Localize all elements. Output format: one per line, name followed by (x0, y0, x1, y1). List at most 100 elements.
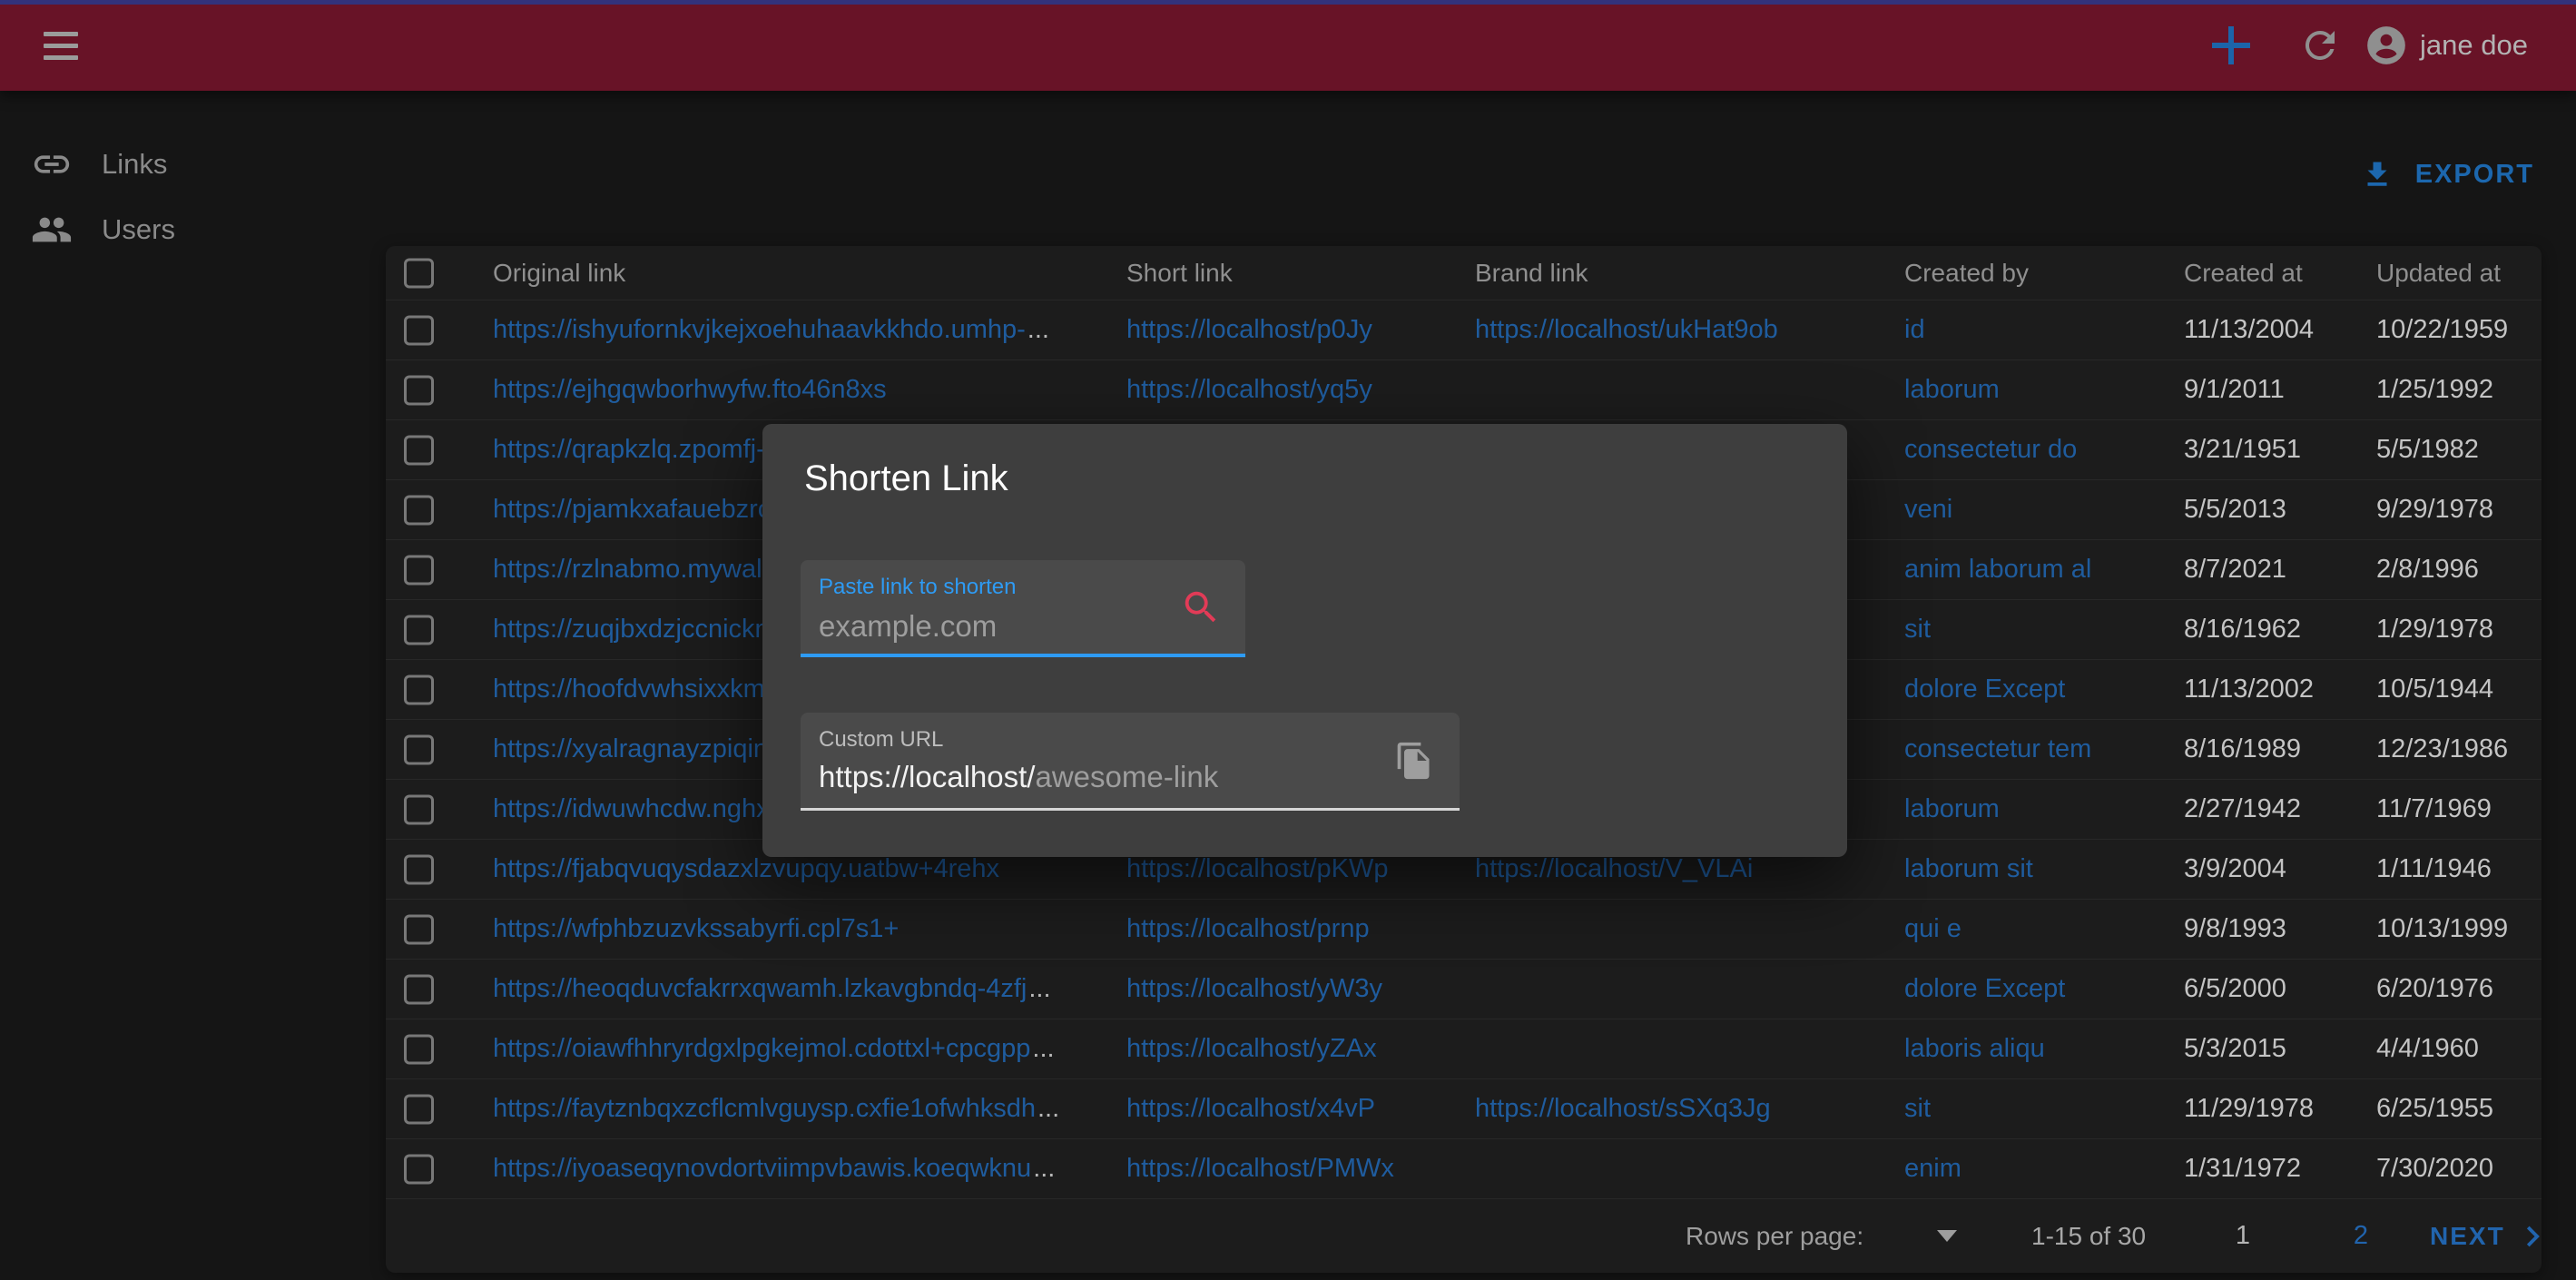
cell-created-by[interactable]: laborum sit (1904, 840, 2177, 899)
cell-created-by[interactable]: veni (1904, 480, 2177, 539)
row-checkbox[interactable] (404, 375, 434, 405)
cell-created-by[interactable]: anim laborum al (1904, 540, 2177, 599)
cell-brand[interactable]: https://localhost/ukHat9ob (1475, 300, 1893, 359)
cell-short[interactable]: https://localhost/PMWx (1126, 1139, 1471, 1198)
account-button[interactable] (2364, 0, 2409, 91)
cell-created-by[interactable]: enim (1904, 1139, 2177, 1198)
row-checkbox[interactable] (404, 914, 434, 944)
download-icon (2361, 158, 2394, 191)
cell-created-by[interactable]: consectetur do (1904, 420, 2177, 479)
cell-original[interactable]: https://oiawfhhryrdgxlpgkejmol.cdottxl+c… (493, 1019, 1119, 1078)
cell-created-by[interactable]: laborum (1904, 780, 2177, 839)
cell-brand (1475, 1139, 1893, 1198)
row-checkbox[interactable] (404, 854, 434, 884)
cell-created-by[interactable]: dolore Except (1904, 660, 2177, 719)
cell-created-at: 3/9/2004 (2184, 840, 2374, 899)
custom-url-value[interactable]: https://localhost/awesome-link (819, 760, 1218, 794)
row-checkbox[interactable] (404, 615, 434, 645)
sidebar-item-label: Users (102, 213, 175, 246)
cell-updated-at: 5/5/1982 (2376, 420, 2540, 479)
row-checkbox[interactable] (404, 794, 434, 824)
cell-brand (1475, 360, 1893, 419)
cell-created-at: 3/21/1951 (2184, 420, 2374, 479)
page-button-2[interactable]: 2 (2341, 1199, 2381, 1274)
cell-created-by[interactable]: dolore Except (1904, 960, 2177, 1019)
column-header-created-at: Created at (2184, 246, 2374, 300)
cell-original[interactable]: https://heoqduvcfakrrxqwamh.lzkavgbndq-4… (493, 960, 1119, 1019)
next-page-button[interactable]: NEXT (2430, 1199, 2545, 1273)
cell-created-by[interactable]: qui e (1904, 900, 2177, 959)
sidebar-item-users[interactable]: Users (0, 201, 372, 259)
page-button-1[interactable]: 1 (2223, 1199, 2263, 1274)
row-checkbox[interactable] (404, 555, 434, 585)
cell-original[interactable]: https://ejhgqwborhwyfw.fto46n8xs (493, 360, 1119, 419)
cell-created-at: 6/5/2000 (2184, 960, 2374, 1019)
chevron-right-icon (2518, 1223, 2545, 1250)
row-checkbox[interactable] (404, 734, 434, 764)
paste-link-input[interactable] (819, 607, 1164, 645)
table-row: https://ejhgqwborhwyfw.fto46n8xshttps://… (386, 359, 2542, 419)
cell-created-by[interactable]: id (1904, 300, 2177, 359)
pagination-range: 1-15 of 30 (2031, 1199, 2146, 1273)
select-all-checkbox[interactable] (404, 258, 434, 288)
cell-created-by[interactable]: consectetur tem (1904, 720, 2177, 779)
cell-updated-at: 10/13/1999 (2376, 900, 2540, 959)
custom-url-label: Custom URL (819, 727, 943, 753)
cell-short[interactable]: https://localhost/yZAx (1126, 1019, 1471, 1078)
top-accent-strip (0, 0, 2576, 5)
rows-per-page-select[interactable] (1929, 1199, 1965, 1273)
cell-short[interactable]: https://localhost/prnp (1126, 900, 1471, 959)
cell-short[interactable]: https://localhost/p0Jy (1126, 300, 1471, 359)
cell-original[interactable]: https://iyoaseqynovdortviimpvbawis.koeqw… (493, 1139, 1119, 1198)
copy-icon[interactable] (1394, 741, 1434, 781)
cell-original[interactable]: https://wfphbzuzvkssabyrfi.cpl7s1+ (493, 900, 1119, 959)
cell-created-at: 2/27/1942 (2184, 780, 2374, 839)
cell-created-by[interactable]: sit (1904, 1079, 2177, 1138)
chevron-down-icon (1937, 1230, 1957, 1242)
cell-created-by[interactable]: sit (1904, 600, 2177, 659)
rows-per-page-label: Rows per page: (1686, 1199, 1863, 1273)
row-checkbox[interactable] (404, 315, 434, 345)
row-checkbox[interactable] (404, 1034, 434, 1064)
menu-icon[interactable] (44, 32, 78, 59)
cell-short[interactable]: https://localhost/x4vP (1126, 1079, 1471, 1138)
cell-updated-at: 1/29/1978 (2376, 600, 2540, 659)
row-checkbox[interactable] (404, 495, 434, 525)
truncation-ellipsis: ... (1037, 1094, 1059, 1124)
column-header-brand-link: Brand link (1475, 246, 1893, 300)
appbar: jane doe (0, 0, 2576, 91)
users-icon (31, 209, 73, 251)
row-checkbox[interactable] (404, 1094, 434, 1124)
table-row: https://iyoaseqynovdortviimpvbawis.koeqw… (386, 1138, 2542, 1198)
row-checkbox[interactable] (404, 674, 434, 704)
export-button[interactable]: EXPORT (2361, 145, 2534, 203)
next-label: NEXT (2430, 1222, 2505, 1251)
column-header-updated-at: Updated at (2376, 246, 2540, 300)
refresh-button[interactable] (2298, 0, 2342, 91)
cell-original[interactable]: https://ishyufornkvjkejxoehuhaavkkhdo.um… (493, 300, 1119, 359)
cell-original[interactable]: https://faytznbqxzcflcmlvguysp.cxfie1ofw… (493, 1079, 1119, 1138)
table-row: https://heoqduvcfakrrxqwamh.lzkavgbndq-4… (386, 959, 2542, 1019)
cell-short[interactable]: https://localhost/yq5y (1126, 360, 1471, 419)
cell-brand[interactable]: https://localhost/sSXq3Jg (1475, 1079, 1893, 1138)
sidebar-item-links[interactable]: Links (0, 135, 372, 193)
row-checkbox[interactable] (404, 1154, 434, 1184)
account-circle-icon (2364, 23, 2409, 68)
cell-updated-at: 11/7/1969 (2376, 780, 2540, 839)
refresh-icon (2298, 24, 2342, 67)
add-link-button[interactable] (2207, 0, 2256, 91)
cell-short[interactable]: https://localhost/yW3y (1126, 960, 1471, 1019)
row-checkbox[interactable] (404, 974, 434, 1004)
search-icon[interactable] (1180, 586, 1222, 628)
custom-url-suffix: awesome-link (1035, 760, 1218, 793)
cell-created-by[interactable]: laboris aliqu (1904, 1019, 2177, 1078)
column-header-short-link: Short link (1126, 246, 1471, 300)
cell-created-by[interactable]: laborum (1904, 360, 2177, 419)
truncation-ellipsis: ... (1028, 974, 1050, 1004)
column-header-created-by: Created by (1904, 246, 2177, 300)
cell-brand (1475, 960, 1893, 1019)
row-checkbox[interactable] (404, 435, 434, 465)
table-row: https://wfphbzuzvkssabyrfi.cpl7s1+https:… (386, 899, 2542, 959)
table-row: https://oiawfhhryrdgxlpgkejmol.cdottxl+c… (386, 1019, 2542, 1078)
cell-brand (1475, 900, 1893, 959)
